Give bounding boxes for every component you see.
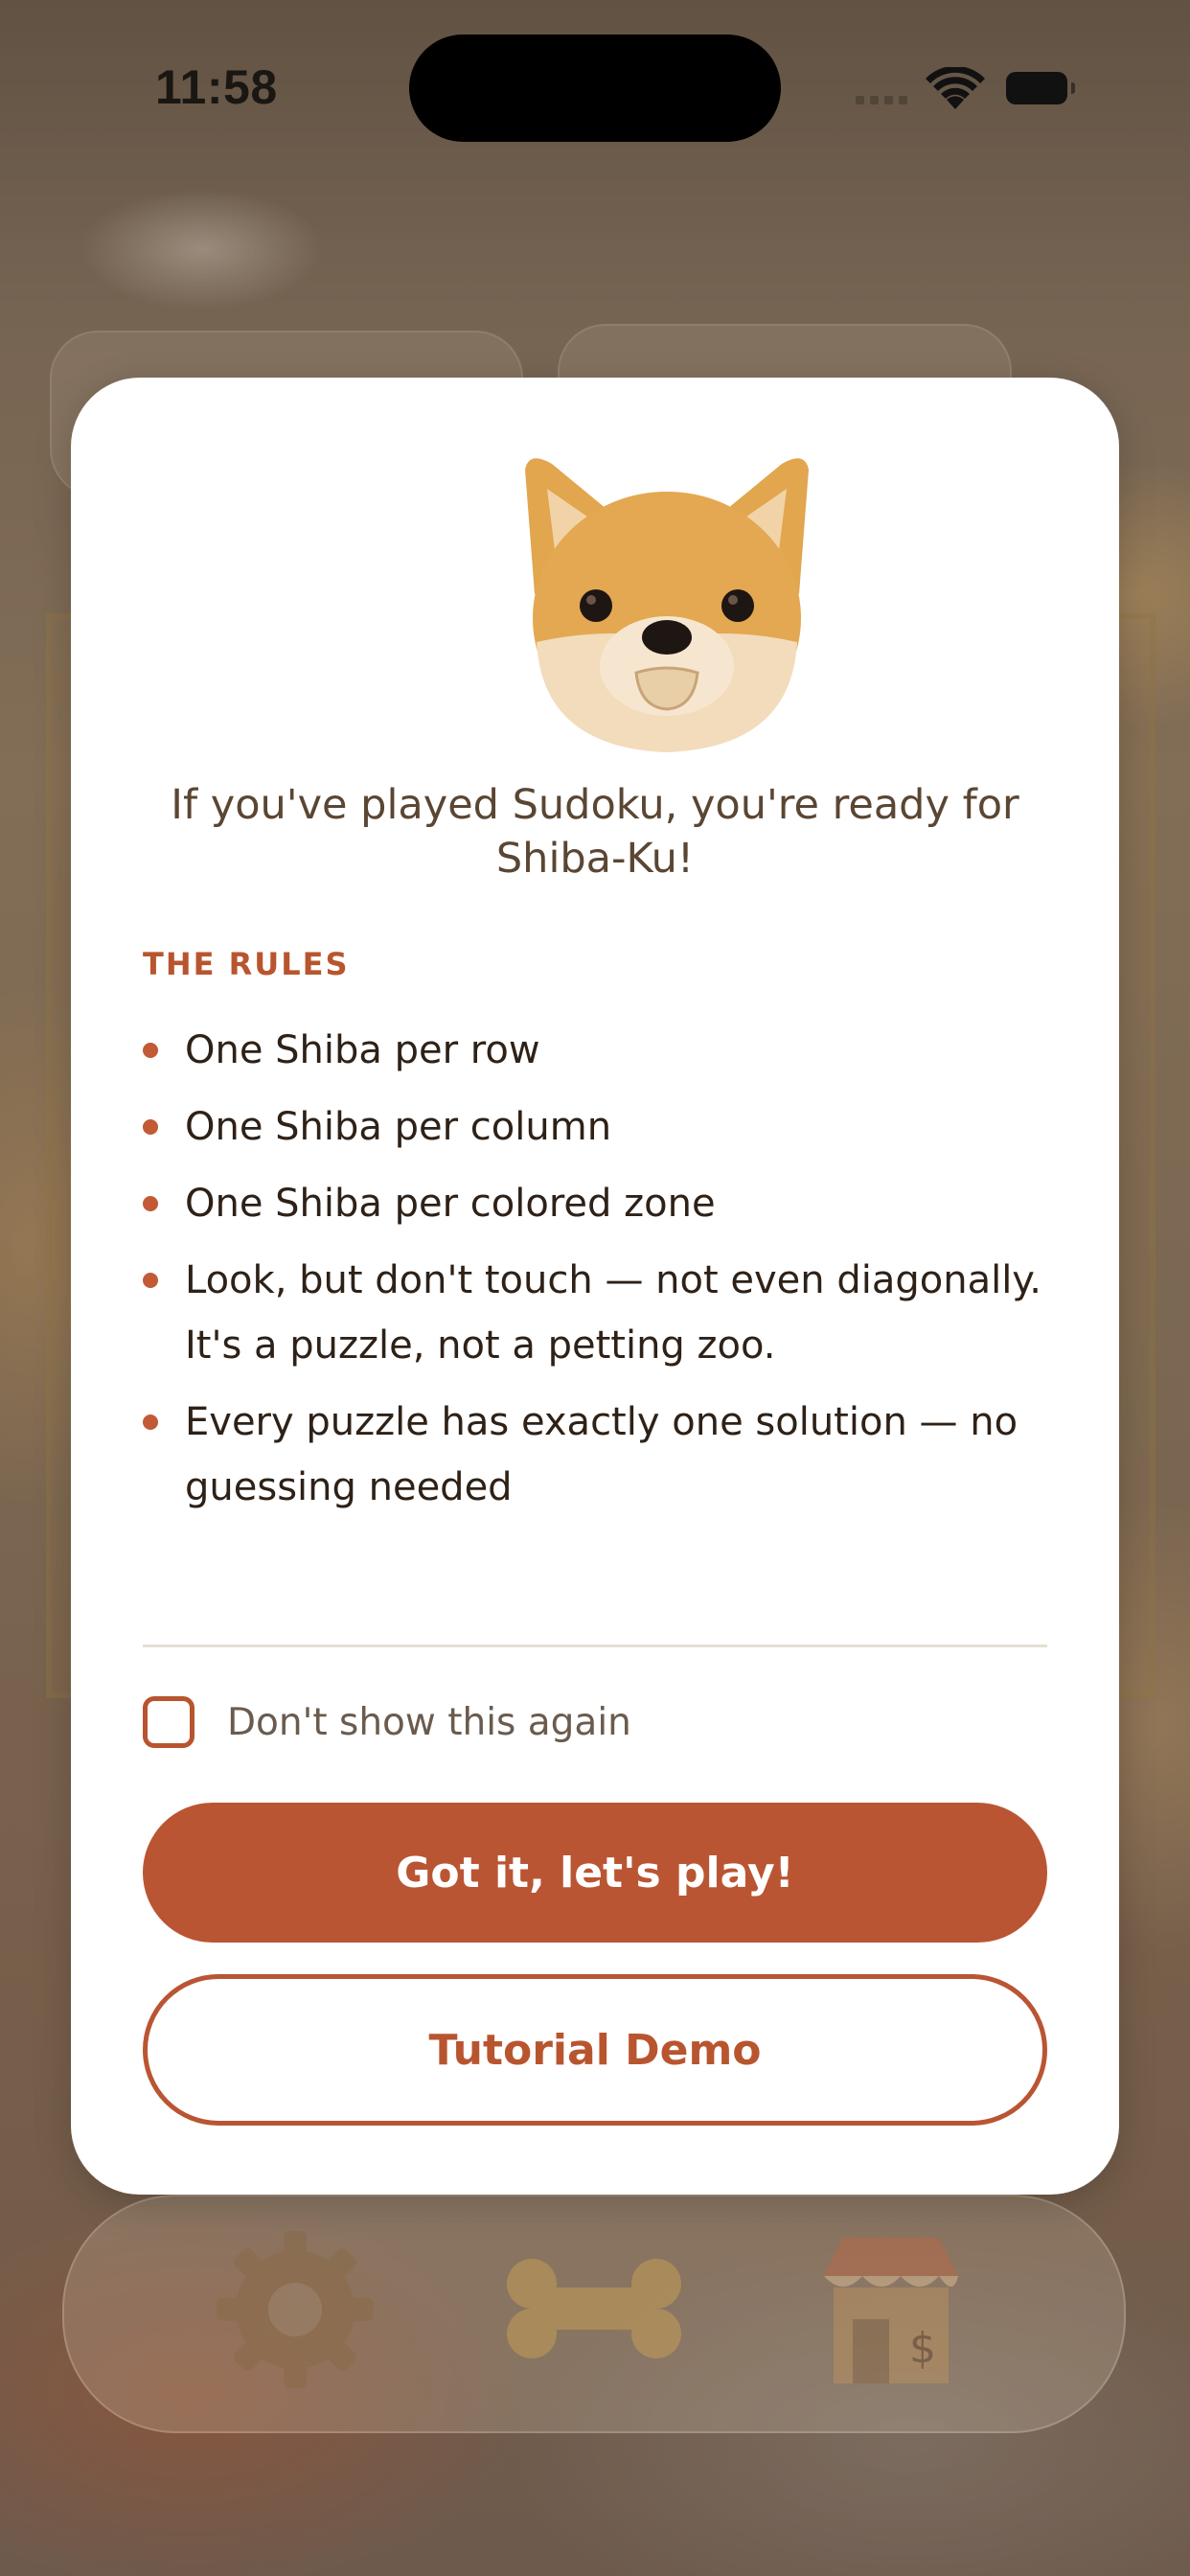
rule-item: One Shiba per column <box>143 1094 1063 1160</box>
bullet-dot <box>143 1119 158 1135</box>
bullet-dot <box>143 1043 158 1058</box>
rule-item: One Shiba per colored zone <box>143 1171 1063 1236</box>
bone-icon[interactable] <box>503 2247 685 2372</box>
status-time: 11:58 <box>155 60 278 114</box>
shiba-head-icon <box>525 458 809 752</box>
gear-icon[interactable] <box>209 2223 381 2396</box>
store-icon[interactable]: $ <box>810 2228 973 2391</box>
dynamic-island <box>409 34 781 142</box>
divider <box>143 1644 1047 1647</box>
dont-show-again-label[interactable]: Don't show this again <box>227 1701 631 1744</box>
svg-text:$: $ <box>909 2324 936 2373</box>
cellular-signal-icon <box>856 96 907 104</box>
rule-text: One Shiba per colored zone <box>185 1182 716 1226</box>
modal-headline: If you've played Sudoku, you're ready fo… <box>171 781 1019 883</box>
rule-item: One Shiba per row <box>143 1018 1063 1083</box>
bullet-dot <box>143 1273 158 1288</box>
dont-show-again-checkbox[interactable] <box>143 1696 195 1748</box>
battery-icon <box>1006 72 1075 104</box>
dont-show-again-row[interactable]: Don't show this again <box>143 1696 631 1748</box>
rules-heading: THE RULES <box>143 946 350 982</box>
rules-list: One Shiba per row One Shiba per column O… <box>143 1018 1063 1531</box>
bullet-dot <box>143 1196 158 1211</box>
wifi-icon <box>926 67 985 109</box>
got-it-lets-play-button[interactable]: Got it, let's play! <box>143 1803 1047 1943</box>
rule-text: One Shiba per column <box>185 1105 612 1149</box>
rule-text: One Shiba per row <box>185 1028 540 1072</box>
rule-item: Look, but don't touch — not even diagona… <box>143 1248 1063 1378</box>
bullet-dot <box>143 1414 158 1430</box>
tutorial-demo-button[interactable]: Tutorial Demo <box>143 1974 1047 2126</box>
rule-text: Look, but don't touch — not even diagona… <box>185 1258 1041 1368</box>
rules-modal: If you've played Sudoku, you're ready fo… <box>71 378 1119 2195</box>
rule-text: Every puzzle has exactly one solution — … <box>185 1400 1018 1509</box>
rule-item: Every puzzle has exactly one solution — … <box>143 1390 1063 1520</box>
